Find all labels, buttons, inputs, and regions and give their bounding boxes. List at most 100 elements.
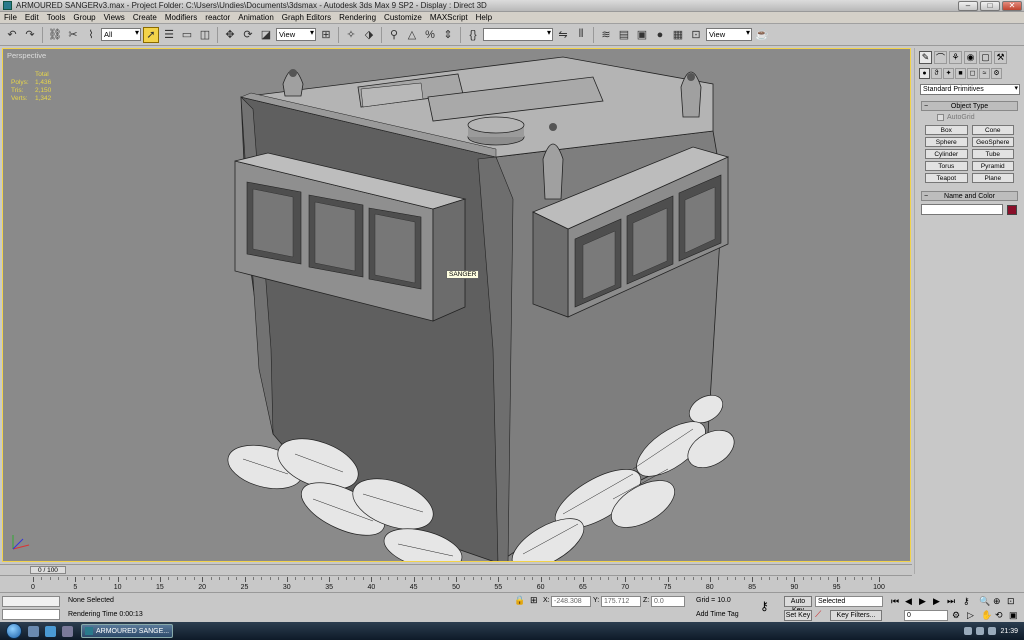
x-coordinate-field[interactable]: -248.308 [551,596,591,607]
start-button-icon[interactable] [6,623,22,639]
default-tangent-icon[interactable]: ⟋ [815,609,821,619]
render-setup-icon[interactable]: ▦ [670,27,686,43]
render-frame-icon[interactable]: ⊡ [688,27,704,43]
scale-icon[interactable]: ◪ [258,27,274,43]
menu-modifiers[interactable]: Modifiers [165,13,197,22]
y-coordinate-field[interactable]: 175.712 [601,596,641,607]
play-icon[interactable]: ▶ [919,596,926,606]
minimize-button[interactable]: – [958,1,978,11]
go-to-start-icon[interactable]: ⏮ [891,596,899,606]
helpers-icon[interactable]: ◻ [967,67,978,79]
key-mode-dropdown[interactable]: Selected [815,596,883,607]
pan-icon[interactable]: ✋ [981,610,992,620]
move-icon[interactable]: ✥ [222,27,238,43]
primitive-type-dropdown[interactable]: Standard Primitives [920,84,1020,95]
add-time-tag[interactable]: Add Time Tag [696,610,739,620]
reference-coordinate-dropdown[interactable]: View [276,28,316,41]
pyramid-button[interactable]: Pyramid [971,161,1014,171]
undo-icon[interactable]: ↶ [4,27,20,43]
menu-help[interactable]: Help [476,13,492,22]
material-editor-icon[interactable]: ● [652,27,668,43]
render-view-dropdown[interactable]: View [706,28,752,41]
align-icon[interactable]: ⫴ [573,27,589,43]
taskbar-3dsmax-button[interactable]: ARMOURED SANGE... [81,624,173,638]
go-to-end-icon[interactable]: ⏭ [947,596,955,606]
cone-button[interactable]: Cone [971,125,1014,135]
track-bar[interactable]: 0 5 10 15 20 25 30 35 40 45 50 55 60 65 70 75 80 85 90 95 10… [0,575,912,592]
lights-icon[interactable]: ✦ [943,67,954,79]
frame-ruler[interactable]: 0 5 10 15 20 25 30 35 40 45 50 55 60 65 70 75 80 85 90 95 10… [31,577,885,591]
object-type-header[interactable]: Object Type [921,101,1018,111]
geosphere-button[interactable]: GeoSphere [971,137,1014,147]
layer-manager-icon[interactable]: ≋ [598,27,614,43]
motion-tab-icon[interactable]: ◉ [964,50,977,64]
selection-filter-dropdown[interactable]: All [101,28,141,41]
plane-button[interactable]: Plane [971,173,1014,183]
cylinder-button[interactable]: Cylinder [925,149,968,159]
menu-maxscript[interactable]: MAXScript [430,13,468,22]
torus-button[interactable]: Torus [925,161,968,171]
time-slider-track[interactable]: 0 / 100 [0,564,912,574]
scene-render[interactable] [3,49,911,562]
switch-windows-icon[interactable] [62,625,73,637]
tube-button[interactable]: Tube [971,149,1014,159]
cameras-icon[interactable]: ■ [955,67,966,79]
zoom-all-icon[interactable]: ⊕ [993,596,1001,606]
percent-snap-icon[interactable]: % [422,27,438,43]
menu-rendering[interactable]: Rendering [339,13,376,22]
snaps-toggle-icon[interactable]: ⚲ [386,27,402,43]
name-and-color-header[interactable]: Name and Color [921,191,1018,201]
edit-named-selection-icon[interactable]: {} [465,27,481,43]
quick-render-icon[interactable]: ☕ [754,27,770,43]
select-and-link-icon[interactable]: ⛓ [47,27,63,43]
time-configuration-icon[interactable]: ⚙ [952,610,960,620]
pivot-center-icon[interactable]: ⊞ [318,27,334,43]
named-selection-dropdown[interactable] [483,28,553,41]
keyboard-shortcut-override-icon[interactable]: ⬗ [361,27,377,43]
unlink-icon[interactable]: ✂ [65,27,81,43]
clock[interactable]: 21:39 [1000,628,1018,635]
angle-snap-icon[interactable]: △ [404,27,420,43]
shapes-icon[interactable]: ϑ [931,67,942,79]
current-frame-field[interactable]: 0 [904,610,948,621]
maxscript-listener-input[interactable] [2,609,60,620]
menu-create[interactable]: Create [133,13,157,22]
viewport-label[interactable]: Perspective [7,51,46,60]
systems-icon[interactable]: ⚙ [991,67,1002,79]
display-tab-icon[interactable]: ▢ [979,50,992,64]
select-object-icon[interactable]: ➚ [143,26,159,43]
tray-app-icon[interactable] [988,627,997,635]
sphere-button[interactable]: Sphere [925,137,968,147]
menu-group[interactable]: Group [73,13,95,22]
rotate-icon[interactable]: ⟳ [240,27,256,43]
utilities-tab-icon[interactable]: ⚒ [994,50,1007,64]
show-desktop-icon[interactable] [28,625,39,637]
field-of-view-icon[interactable]: ▷ [967,610,974,620]
hierarchy-tab-icon[interactable]: ⚘ [949,50,962,64]
select-by-name-icon[interactable]: ☰ [161,27,177,43]
menu-customize[interactable]: Customize [384,13,422,22]
internet-explorer-icon[interactable] [45,625,56,637]
menu-file[interactable]: File [4,13,17,22]
box-button[interactable]: Box [925,125,968,135]
z-coordinate-field[interactable]: 0.0 [651,596,685,607]
next-frame-icon[interactable]: ▶ [933,596,940,606]
menu-edit[interactable]: Edit [25,13,39,22]
menu-animation[interactable]: Animation [238,13,274,22]
mirror-icon[interactable]: ⇋ [555,27,571,43]
time-slider[interactable]: 0 / 100 [30,566,66,574]
manipulate-icon[interactable]: ✧ [343,27,359,43]
perspective-viewport[interactable]: Perspective Total Polys: 1,436 Tris: 2,150… [2,48,911,562]
lock-selection-icon[interactable]: 🔒 [514,595,525,605]
menu-graph-editors[interactable]: Graph Editors [282,13,331,22]
close-button[interactable]: ✕ [1002,1,1022,11]
menu-views[interactable]: Views [104,13,125,22]
arc-rotate-icon[interactable]: ⟲ [995,610,1003,620]
tray-network-icon[interactable] [964,627,973,635]
create-tab-icon[interactable]: ✎ [919,50,932,64]
menu-tools[interactable]: Tools [47,13,66,22]
curve-editor-icon[interactable]: ▤ [616,27,632,43]
autogrid-checkbox[interactable] [937,114,944,121]
set-key-icon[interactable]: ⚷ [760,600,769,612]
auto-key-button[interactable]: Auto Key [784,596,812,614]
